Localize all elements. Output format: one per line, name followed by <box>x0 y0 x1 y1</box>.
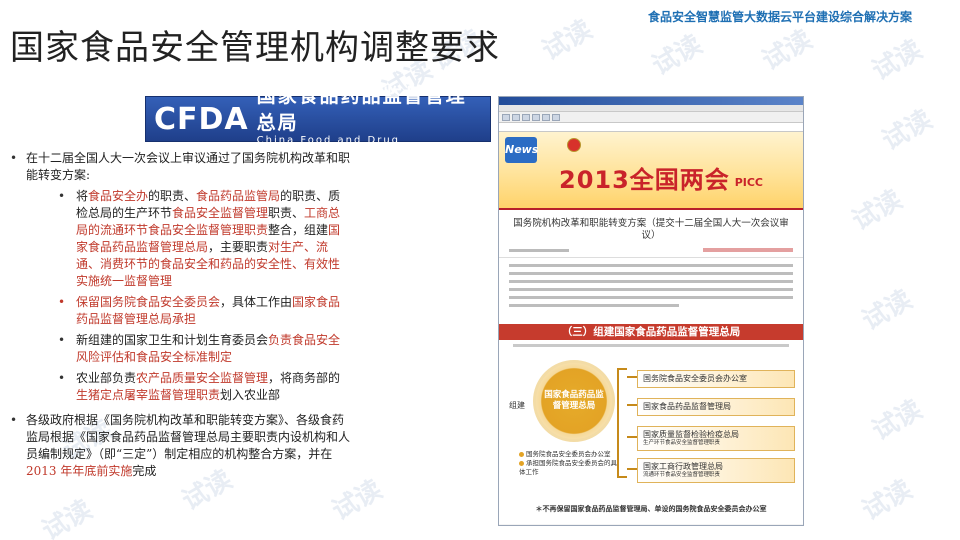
text-run: 的职责、 <box>148 189 197 203</box>
cfda-name-cn: 国家食品药品监督管理总局 <box>256 85 467 134</box>
org-box-aqsiq: 国家质量监督检验检疫总局 生产环节食品安全监督管理职责 <box>637 426 795 451</box>
highlight-run: 食品安全办 <box>88 189 149 203</box>
org-diagram: 组建 国家食品药品监督管理总局 国务院食品安全委员会办公室 国家食品药品监督管理… <box>499 340 803 500</box>
text-run: 完成 <box>132 464 157 478</box>
diagram-footnote: ＊不再保留国家食品药品监督管理局、单设的国务院食品安全委员会办公室 <box>499 500 803 524</box>
toolbar-icon <box>532 113 540 121</box>
text-line-placeholder <box>509 264 793 267</box>
org-box-title: 国务院食品安全委员会办公室 <box>643 374 747 383</box>
watermark: 试读 <box>847 184 908 237</box>
highlight-run: 食品药品监管局 <box>196 189 281 203</box>
org-box-title: 国家工商行政管理总局 <box>643 462 723 471</box>
highlight-run: 保留国务院食品安全委员会 <box>76 295 221 309</box>
text-line-placeholder <box>509 272 793 275</box>
browser-menubar <box>499 105 803 112</box>
cfda-logo-mark: CFDA <box>154 101 249 137</box>
browser-address-bar <box>499 123 803 132</box>
under-circle-note: 国务院食品安全委员会办公室 <box>519 450 619 459</box>
watermark: 试读 <box>757 24 818 77</box>
org-box-sfda: 国家食品药品监督管理局 <box>637 398 795 416</box>
toolbar-icon <box>512 113 520 121</box>
bullet-list: 在十二届全国人大一次会议上审议通过了国务院机构改革和职能转变方案: 将食品安全办… <box>10 150 350 488</box>
bullet-dot-icon <box>519 460 524 466</box>
arrow <box>627 376 637 378</box>
toolbar-icon <box>552 113 560 121</box>
bullet-text: 在十二届全国人大一次会议上审议通过了国务院机构改革和职能转变方案: <box>26 151 351 182</box>
national-emblem-icon <box>567 138 581 152</box>
org-box-note: 流通环节食品安全监督管理职责 <box>643 472 721 478</box>
article-body <box>499 258 803 324</box>
highlight-run: 生猪定点屠宰监督管理职责 <box>76 388 221 402</box>
watermark: 试读 <box>857 284 918 337</box>
bullet-item-reform: 在十二届全国人大一次会议上审议通过了国务院机构改革和职能转变方案: 将食品安全办… <box>10 150 350 404</box>
org-box-title: 国家质量监督检验检疫总局 <box>643 430 739 439</box>
watermark: 试读 <box>647 29 708 82</box>
org-box-title: 国家食品药品监督管理局 <box>643 402 731 411</box>
org-box-note: 生产环节食品安全监督管理职责 <box>643 440 721 446</box>
text-line-placeholder <box>509 304 680 307</box>
toolbar-icon <box>502 113 510 121</box>
text-run: 将 <box>76 189 89 203</box>
watermark: 试读 <box>37 494 98 540</box>
zujian-label: 组建 <box>509 401 525 410</box>
text-run: 整合，组建 <box>268 223 329 237</box>
highlight-run: 农产品质量安全监督管理 <box>136 371 269 385</box>
meta-links-placeholder <box>703 248 793 252</box>
note-text: 国务院食品安全委员会办公室 <box>526 450 611 458</box>
article-title: 国务院机构改革和职能转变方案（提交十二届全国人大一次会议审议） <box>499 210 803 244</box>
sub-bullet-agriculture: 农业部负责农产品质量安全监督管理，将商务部的生猪定点屠宰监督管理职责划入农业部 <box>58 370 350 404</box>
sub-bullet-committee: 保留国务院食品安全委员会，具体工作由国家食品药品监督管理总局承担 <box>58 294 350 328</box>
under-circle-note: 承担国务院食品安全委员会的具体工作 <box>519 459 619 477</box>
highlight-run: 食品安全监督管理 <box>172 206 269 220</box>
text-line-placeholder <box>509 288 793 291</box>
text-run: 划入农业部 <box>220 388 281 402</box>
text-run: ，具体工作由 <box>220 295 293 309</box>
text-run: 职责、 <box>268 206 305 220</box>
header-tag: 食品安全智慧监管大数据云平台建设综合解决方案 <box>647 10 912 24</box>
org-box-saic: 国家工商行政管理总局 流通环节食品安全监督管理职责 <box>637 458 795 483</box>
under-circle-notes: 国务院食品安全委员会办公室 承担国务院食品安全委员会的具体工作 <box>519 450 619 477</box>
arrow <box>627 436 637 438</box>
subtitle-placeholder <box>513 344 789 347</box>
browser-toolbar <box>499 112 803 123</box>
sub-bullet-integration: 将食品安全办的职责、食品药品监管局的职责、质检总局的生产环节食品安全监督管理职责… <box>58 188 350 290</box>
watermark: 试读 <box>867 34 928 87</box>
browser-titlebar <box>499 97 803 105</box>
text-line-placeholder <box>509 296 793 299</box>
note-text: 承担国务院食品安全委员会的具体工作 <box>519 459 617 476</box>
article-meta <box>499 244 803 258</box>
news-logo: News <box>505 137 538 163</box>
toolbar-icon <box>522 113 530 121</box>
arrow <box>627 468 637 470</box>
banner-heading: 2013全国两会 <box>559 166 730 194</box>
cfda-logo-banner: CFDA 国家食品药品监督管理总局 China Food and Drug Ad… <box>145 85 491 157</box>
cfda-logo-text: 国家食品药品监督管理总局 China Food and Drug Adminis… <box>257 81 482 157</box>
meta-text-placeholder <box>509 249 569 252</box>
bullet-item-local-plans: 各级政府根据《国务院机构改革和职能转变方案》、各级食药监局根据《国家食品药品监督… <box>10 412 350 480</box>
text-run: 农业部负责 <box>76 371 137 385</box>
cfda-center-circle: 国家食品药品监督管理总局 <box>533 360 615 442</box>
text-run: ，主要职责 <box>208 240 269 254</box>
sub-bullet-list: 将食品安全办的职责、食品药品监管局的职责、质检总局的生产环节食品安全监督管理职责… <box>26 188 350 404</box>
text-run: 各级政府根据《国务院机构改革和职能转变方案》、各级食药监局根据《国家食品药品监督… <box>26 413 351 461</box>
highlight-run: 2013 年年底前实施 <box>26 464 133 478</box>
news-screenshot: News 2013全国两会 PICC 国务院机构改革和职能转变方案（提交十二届全… <box>498 96 804 526</box>
toolbar-icon <box>542 113 550 121</box>
picc-logo: PICC <box>734 176 763 189</box>
watermark: 试读 <box>867 394 928 447</box>
watermark: 试读 <box>537 14 598 67</box>
watermark: 试读 <box>857 474 918 527</box>
text-run: ，将商务部的 <box>268 371 341 385</box>
news-banner: News 2013全国两会 PICC <box>499 132 803 210</box>
org-box-food-safety-office: 国务院食品安全委员会办公室 <box>637 370 795 388</box>
bullet-dot-icon <box>519 451 524 457</box>
watermark: 试读 <box>877 104 938 157</box>
text-line-placeholder <box>509 280 793 283</box>
arrow <box>627 404 637 406</box>
text-run: 新组建的国家卫生和计划生育委员会 <box>76 333 269 347</box>
sub-bullet-health-commission: 新组建的国家卫生和计划生育委员会负责食品安全风险评估和食品安全标准制定 <box>58 332 350 366</box>
section-heading-bar: （三）组建国家食品药品监督管理总局 <box>499 324 803 340</box>
slide-title: 国家食品安全管理机构调整要求 <box>10 28 500 68</box>
